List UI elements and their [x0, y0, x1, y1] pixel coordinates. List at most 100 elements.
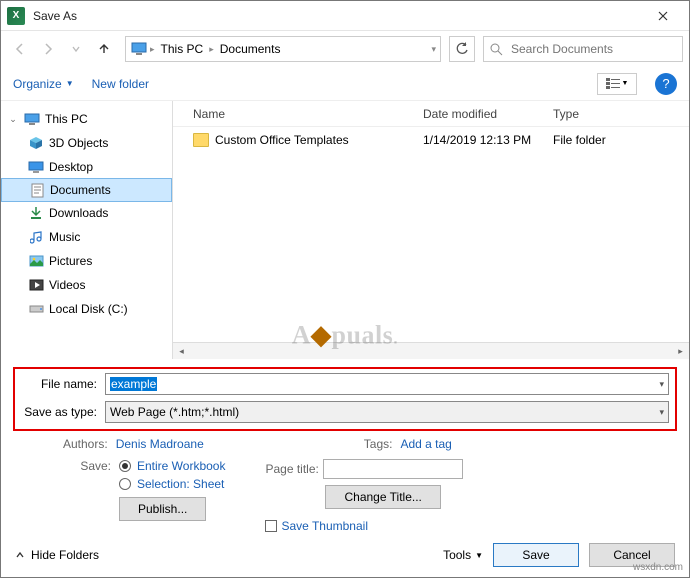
organize-menu[interactable]: Organize ▼ [13, 77, 74, 91]
up-button[interactable] [91, 36, 117, 62]
chevron-down-icon[interactable]: ▾ [431, 44, 436, 55]
save-as-type-select[interactable]: Web Page (*.htm;*.html) ▾ [105, 401, 669, 423]
tags-value[interactable]: Add a tag [400, 437, 451, 451]
file-name: Custom Office Templates [215, 133, 349, 147]
arrow-right-icon [41, 42, 55, 56]
tree-root[interactable]: ⌄ This PC [1, 107, 172, 131]
chevron-right-icon: ▸ [150, 44, 155, 55]
save-as-type-label: Save as type: [21, 405, 105, 419]
save-thumbnail-checkbox[interactable] [265, 520, 277, 532]
column-name[interactable]: Name [173, 107, 423, 121]
chevron-down-icon [71, 44, 81, 54]
tree-item-label: 3D Objects [49, 136, 108, 150]
body: ⌄ This PC 3D Objects Desktop Documents D… [1, 101, 689, 359]
tree-item-label: Downloads [49, 206, 108, 220]
chevron-down-icon[interactable]: ▾ [659, 379, 664, 390]
arrow-left-icon [13, 42, 27, 56]
navbar: ▸ This PC ▸ Documents ▾ [1, 31, 689, 67]
publish-button[interactable]: Publish... [119, 497, 206, 521]
videos-icon [27, 279, 45, 291]
page-title-input[interactable] [323, 459, 463, 479]
view-icon [606, 78, 620, 90]
folder-icon [193, 133, 209, 147]
save-label: Save: [77, 459, 111, 473]
excel-icon: X [7, 7, 25, 25]
pc-icon [130, 40, 148, 58]
authors-value[interactable]: Denis Madroane [116, 437, 204, 451]
tree-item-documents[interactable]: Documents [1, 178, 172, 202]
drive-icon [27, 304, 45, 314]
forward-button[interactable] [35, 36, 61, 62]
tree-item-videos[interactable]: Videos [1, 273, 172, 297]
scroll-right-icon[interactable]: ▸ [672, 343, 689, 360]
highlighted-fields: File name: example ▾ Save as type: Web P… [13, 367, 677, 431]
filename-input[interactable]: example ▾ [105, 373, 669, 395]
arrow-up-icon [97, 42, 111, 56]
close-icon [658, 11, 668, 21]
cube-icon [27, 136, 45, 150]
tools-label: Tools [443, 548, 471, 562]
window-title: Save As [33, 9, 77, 23]
recent-dropdown[interactable] [63, 36, 89, 62]
save-options: Save: Entire Workbook Selection: Sheet P… [13, 451, 677, 533]
new-folder-button[interactable]: New folder [92, 77, 149, 91]
refresh-button[interactable] [449, 36, 475, 62]
tree-item-label: Desktop [49, 160, 93, 174]
help-icon: ? [662, 76, 669, 91]
music-icon [27, 230, 45, 244]
radio-selection-sheet[interactable]: Selection: Sheet [119, 477, 224, 491]
tree-item-desktop[interactable]: Desktop [1, 155, 172, 179]
pictures-icon [27, 255, 45, 267]
tree-item-local-disk[interactable]: Local Disk (C:) [1, 297, 172, 321]
search-input[interactable] [509, 41, 676, 57]
column-date[interactable]: Date modified [423, 107, 553, 121]
change-title-button[interactable]: Change Title... [325, 485, 440, 509]
breadcrumb[interactable]: ▸ This PC ▸ Documents ▾ [125, 36, 441, 62]
tags-label: Tags: [364, 437, 393, 451]
page-title-label: Page title: [265, 462, 318, 476]
tree-root-label: This PC [45, 112, 88, 126]
tree-item-label: Local Disk (C:) [49, 302, 128, 316]
breadcrumb-root[interactable]: This PC [157, 42, 208, 56]
scroll-left-icon[interactable]: ◂ [173, 343, 190, 360]
metadata-row: Authors:Denis Madroane Tags:Add a tag [13, 437, 677, 451]
documents-icon [28, 183, 46, 198]
view-mode-button[interactable]: ▼ [597, 73, 637, 95]
radio-entire-workbook[interactable]: Entire Workbook [119, 459, 225, 473]
tree-item-label: Documents [50, 183, 111, 197]
column-type[interactable]: Type [553, 107, 689, 121]
tree-item-label: Videos [49, 278, 85, 292]
breadcrumb-folder[interactable]: Documents [216, 42, 285, 56]
filename-value: example [110, 377, 157, 391]
hide-folders-toggle[interactable]: Hide Folders [15, 548, 99, 562]
folder-tree[interactable]: ⌄ This PC 3D Objects Desktop Documents D… [1, 101, 173, 359]
close-button[interactable] [643, 2, 683, 30]
back-button[interactable] [7, 36, 33, 62]
tools-menu[interactable]: Tools ▼ [443, 548, 483, 562]
tree-item-3d-objects[interactable]: 3D Objects [1, 131, 172, 155]
tree-item-downloads[interactable]: Downloads [1, 201, 172, 225]
save-as-dialog: X Save As ▸ This PC ▸ Documents ▾ Organi… [0, 0, 690, 578]
list-header: Name Date modified Type [173, 101, 689, 127]
chevron-down-icon[interactable]: ▾ [659, 407, 664, 418]
chevron-down-icon: ▼ [475, 551, 483, 560]
tree-item-pictures[interactable]: Pictures [1, 249, 172, 273]
filename-label: File name: [21, 377, 105, 391]
chevron-down-icon: ▼ [622, 80, 629, 87]
refresh-icon [455, 42, 469, 56]
list-item[interactable]: Custom Office Templates 1/14/2019 12:13 … [173, 127, 689, 153]
toolbar: Organize ▼ New folder ▼ ? [1, 67, 689, 101]
chevron-down-icon: ⌄ [7, 114, 19, 125]
desktop-icon [27, 161, 45, 174]
chevron-down-icon: ▼ [66, 79, 74, 88]
form-area: File name: example ▾ Save as type: Web P… [1, 359, 689, 533]
chevron-right-icon: ▸ [209, 44, 214, 55]
tree-item-label: Music [49, 230, 80, 244]
radio-icon [119, 478, 131, 490]
help-button[interactable]: ? [655, 73, 677, 95]
tree-item-music[interactable]: Music [1, 225, 172, 249]
search-box[interactable] [483, 36, 683, 62]
save-button[interactable]: Save [493, 543, 579, 567]
horizontal-scrollbar[interactable]: ◂ ▸ [173, 342, 689, 359]
save-as-type-value: Web Page (*.htm;*.html) [110, 405, 239, 419]
